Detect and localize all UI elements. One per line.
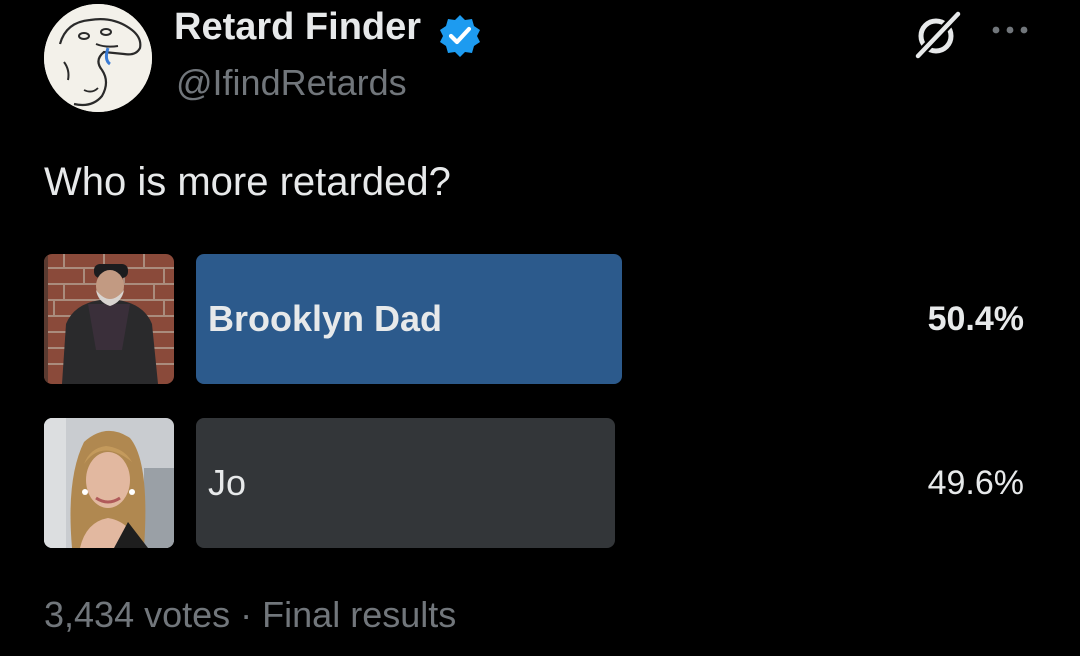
author-display-name[interactable]: Retard Finder (174, 6, 421, 49)
avatar-drawing (44, 4, 152, 112)
poll-option-jo[interactable]: Jo (196, 418, 622, 548)
poll-bar-fill (196, 418, 615, 548)
poll-status: Final results (262, 594, 457, 635)
jo-photo (44, 418, 174, 548)
author-handle[interactable]: @IfindRetards (176, 62, 407, 104)
poll-vote-count: 3,434 votes (44, 594, 231, 635)
poll-separator: · (240, 594, 253, 635)
poll-option-label: Brooklyn Dad (208, 298, 443, 339)
grok-icon[interactable] (910, 6, 966, 62)
poll-option-percent: 49.6% (927, 464, 1024, 502)
verified-badge-icon[interactable] (437, 13, 483, 59)
poll-footer: 3,434 votes · Final results (44, 594, 456, 636)
poll-option-label: Jo (208, 462, 247, 503)
brooklyn-dad-photo (44, 254, 174, 384)
tweet-text: Who is more retarded? (44, 160, 451, 204)
poll-option-percent: 50.4% (927, 300, 1024, 338)
tweet-card: Retard Finder @IfindRetards Who is more … (0, 0, 1080, 656)
poll-option-brooklyn-dad[interactable]: Brooklyn Dad (196, 254, 622, 384)
poll-option-image-jo[interactable] (44, 418, 174, 548)
author-avatar[interactable] (44, 4, 152, 112)
poll-option-image-brooklyn-dad[interactable] (44, 254, 174, 384)
more-options-icon[interactable] (990, 20, 1030, 40)
